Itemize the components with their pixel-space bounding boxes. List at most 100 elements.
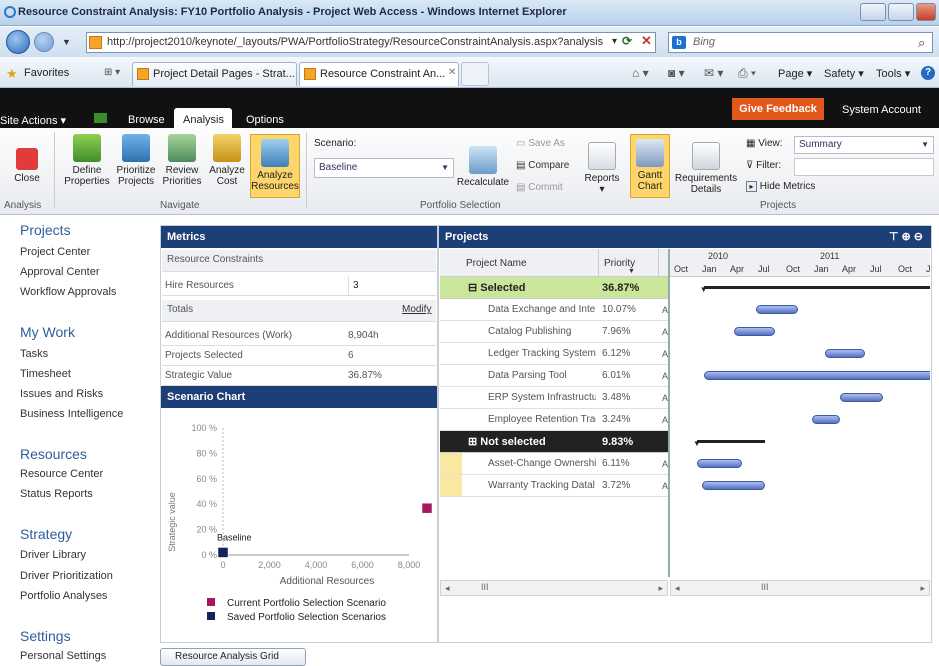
gantt-bar[interactable]	[697, 459, 742, 468]
gantt-bar[interactable]	[840, 393, 883, 402]
tab-project-detail[interactable]: Project Detail Pages - Strat...	[132, 62, 297, 86]
requirements-details-button[interactable]: Requirements Details	[672, 134, 740, 195]
sidebar-heading-resources[interactable]: Resources	[20, 446, 87, 462]
sidebar-item-resource-center[interactable]: Resource Center	[20, 468, 103, 480]
sidebar-item-workflow-approvals[interactable]: Workflow Approvals	[20, 286, 116, 298]
feeds-icon[interactable]: ◙ ▾	[668, 66, 685, 80]
save-as-button[interactable]: ▭ Save As	[516, 138, 565, 149]
forward-button[interactable]	[34, 32, 54, 52]
back-button[interactable]	[6, 30, 30, 54]
maximize-button[interactable]	[888, 3, 914, 21]
table-row[interactable]: Data Exchange and Inte 10.07% A	[440, 299, 668, 321]
recalculate-button[interactable]: Recalculate	[456, 134, 510, 188]
sidebar-item-project-center[interactable]: Project Center	[20, 246, 90, 258]
scenario-point[interactable]	[217, 547, 229, 558]
gantt-bar[interactable]	[703, 371, 930, 380]
sidebar-item-personal-settings[interactable]: Personal Settings	[20, 650, 106, 662]
search-input[interactable]: Bing	[668, 32, 933, 53]
scroll-right-icon[interactable]: ▸	[658, 583, 663, 594]
close-tab-icon[interactable]: ✕	[448, 67, 456, 78]
url-field[interactable]: http://project2010/keynote/_layouts/PWA/…	[86, 32, 656, 53]
sidebar-item-issues-risks[interactable]: Issues and Risks	[20, 388, 103, 400]
tab-options[interactable]: Options	[246, 114, 284, 126]
print-icon[interactable]: ⎙ ▾	[738, 66, 756, 81]
sidebar-heading-strategy[interactable]: Strategy	[20, 526, 72, 542]
table-row[interactable]: Ledger Tracking System 6.12% A	[440, 343, 668, 365]
commit-button[interactable]: ▤ Commit	[516, 182, 563, 193]
hire-resources-input[interactable]: 3	[348, 276, 436, 295]
sidebar-heading-projects[interactable]: Projects	[20, 222, 71, 238]
sidebar-heading-settings[interactable]: Settings	[20, 628, 71, 644]
system-account-menu[interactable]: System Account	[842, 104, 921, 116]
scroll-thumb[interactable]: III	[761, 582, 769, 592]
close-window-button[interactable]	[916, 3, 936, 21]
analyze-resources-button[interactable]: Analyze Resources	[250, 134, 300, 198]
new-tab-button[interactable]	[461, 62, 489, 86]
page-menu[interactable]: Page ▾	[778, 67, 812, 80]
tab-analysis[interactable]: Analysis	[183, 114, 224, 126]
search-icon[interactable]: ⌕	[918, 35, 925, 51]
quick-tabs-icon[interactable]: ⊞ ▾	[104, 67, 120, 78]
analyze-cost-button[interactable]: Analyze Cost	[206, 134, 248, 187]
minimize-button[interactable]	[860, 3, 886, 21]
scroll-left-icon[interactable]: ◂	[675, 583, 680, 594]
close-button[interactable]: Close	[10, 134, 44, 184]
mail-icon[interactable]: ✉ ▾	[704, 66, 723, 80]
gantt-bar[interactable]	[734, 327, 776, 336]
give-feedback-button[interactable]: Give Feedback	[732, 98, 824, 120]
gantt-chart-button[interactable]: Gantt Chart	[630, 134, 670, 198]
view-select[interactable]: Summary ▼	[794, 136, 934, 154]
summary-bar[interactable]	[703, 286, 930, 289]
sidebar-item-portfolio-analyses[interactable]: Portfolio Analyses	[20, 590, 107, 602]
filter-input[interactable]	[794, 158, 934, 176]
group-row[interactable]: ⊟ Selected 36.87%	[440, 277, 668, 299]
grid-horizontal-scrollbar[interactable]: ◂ III ▸	[440, 580, 668, 596]
gantt-horizontal-scrollbar[interactable]: ◂ III ▸	[670, 580, 930, 596]
scroll-thumb[interactable]: III	[481, 582, 489, 592]
sidebar-item-timesheet[interactable]: Timesheet	[20, 368, 71, 380]
sidebar-item-business-intelligence[interactable]: Business Intelligence	[20, 408, 123, 420]
refresh-icon[interactable]: ⟳	[622, 34, 632, 48]
resource-analysis-grid-button[interactable]: Resource Analysis Grid	[160, 648, 306, 666]
scroll-right-icon[interactable]: ▸	[920, 583, 925, 594]
favorites-button[interactable]: Favorites	[24, 67, 69, 79]
url-dropdown-icon[interactable]: ▾	[612, 36, 617, 47]
prioritize-projects-button[interactable]: Prioritize Projects	[114, 134, 158, 187]
summary-bar[interactable]	[697, 440, 766, 443]
safety-menu[interactable]: Safety ▾	[824, 67, 864, 80]
navigate-up-icon[interactable]	[94, 113, 107, 123]
gantt-bar[interactable]	[701, 481, 766, 490]
zoom-icons[interactable]: ⊤ ⊕ ⊖	[889, 226, 923, 248]
reports-button[interactable]: Reports ▾	[582, 134, 622, 195]
site-actions-menu[interactable]: Site Actions ▾	[0, 114, 66, 127]
stop-icon[interactable]: ✕	[641, 33, 652, 49]
scroll-left-icon[interactable]: ◂	[445, 583, 450, 594]
hide-metrics-toggle[interactable]: ▸ Hide Metrics	[746, 181, 815, 192]
sidebar-item-status-reports[interactable]: Status Reports	[20, 488, 93, 500]
define-properties-button[interactable]: Define Properties	[62, 134, 112, 187]
table-row[interactable]: Employee Retention Trac 3.24% A	[440, 409, 668, 431]
sidebar-item-approval-center[interactable]: Approval Center	[20, 266, 100, 278]
table-row[interactable]: Warranty Tracking Datal 3.72% A	[440, 475, 668, 497]
group-row[interactable]: ⊞ Not selected 9.83%	[440, 431, 668, 453]
column-project-name[interactable]: Project Name	[466, 258, 527, 269]
table-row[interactable]: Catalog Publishing 7.96% A	[440, 321, 668, 343]
scenario-select[interactable]: Baseline ▼	[314, 158, 454, 178]
sidebar-item-driver-prioritization[interactable]: Driver Prioritization	[20, 570, 113, 582]
sidebar-heading-my-work[interactable]: My Work	[20, 324, 75, 340]
tab-resource-constraint[interactable]: Resource Constraint An...	[299, 62, 459, 86]
tools-menu[interactable]: Tools ▾	[876, 67, 910, 80]
gantt-bar[interactable]	[824, 349, 866, 358]
table-row[interactable]: Data Parsing Tool 6.01% A	[440, 365, 668, 387]
recent-pages-icon[interactable]: ▼	[62, 37, 71, 47]
scenario-point[interactable]	[421, 502, 433, 514]
gantt-bar[interactable]	[812, 415, 841, 424]
review-priorities-button[interactable]: Review Priorities	[160, 134, 204, 187]
table-row[interactable]: ERP System Infrastructu 3.48% A	[440, 387, 668, 409]
sidebar-item-driver-library[interactable]: Driver Library	[20, 549, 86, 561]
gantt-bar[interactable]	[756, 305, 798, 314]
home-icon[interactable]: ⌂ ▾	[632, 66, 649, 80]
sidebar-item-tasks[interactable]: Tasks	[20, 348, 48, 360]
help-icon[interactable]: ?	[921, 66, 935, 80]
modify-link[interactable]: Modify	[402, 300, 431, 320]
